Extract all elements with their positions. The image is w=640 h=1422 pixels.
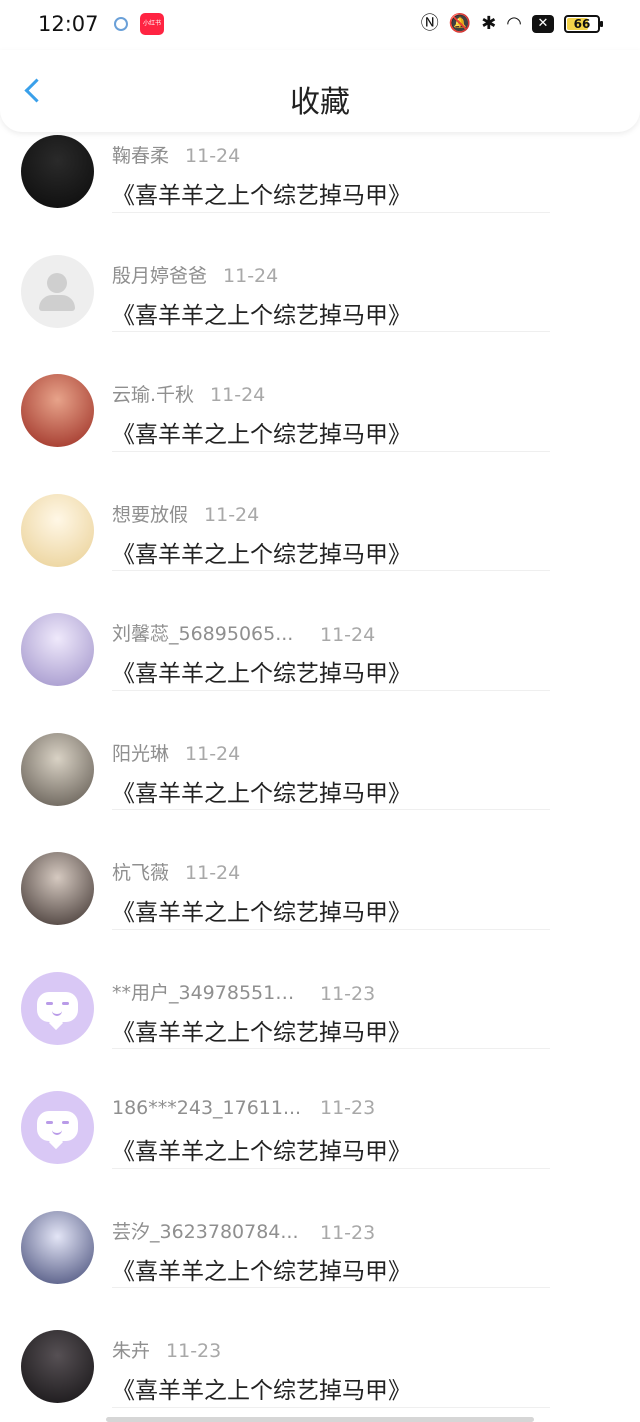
user-name[interactable]: 芸汐_3623780784...	[112, 1217, 302, 1244]
item-date: 11-24	[185, 862, 241, 884]
avatar[interactable]	[21, 1091, 94, 1164]
list-item[interactable]: 殷月婷爸爸 11-24 《喜羊羊之上个综艺掉马甲》	[0, 212, 640, 332]
list-item[interactable]: 云瑜.千秋 11-24 《喜羊羊之上个综艺掉马甲》	[0, 331, 640, 452]
avatar[interactable]	[21, 493, 94, 567]
avatar[interactable]	[21, 1330, 94, 1403]
list-item[interactable]: **用户_349785511... 11-23 《喜羊羊之上个综艺掉马甲》	[0, 929, 640, 1049]
item-meta: 186***243_17611... 11-23	[112, 1097, 375, 1119]
user-name[interactable]: 殷月婷爸爸	[112, 261, 207, 288]
item-title[interactable]: 《喜羊羊之上个综艺掉马甲》	[112, 1132, 411, 1166]
item-meta: **用户_349785511... 11-23	[112, 978, 375, 1005]
avatar[interactable]	[21, 732, 94, 806]
list-item[interactable]: 阳光琳 11-24 《喜羊羊之上个综艺掉马甲》	[0, 690, 640, 810]
favorites-list: 鞠春柔 11-24 《喜羊羊之上个综艺掉马甲》 殷月婷爸爸 11-24 《喜羊羊之上个综艺…	[0, 92, 640, 1408]
user-name[interactable]: 想要放假	[112, 500, 188, 527]
item-date: 11-24	[185, 145, 241, 167]
item-title[interactable]: 《喜羊羊之上个综艺掉马甲》	[112, 535, 411, 569]
item-date: 11-24	[320, 624, 376, 646]
nfc-icon: Ⓝ	[420, 13, 439, 34]
item-title[interactable]: 《喜羊羊之上个综艺掉马甲》	[112, 1013, 411, 1047]
avatar[interactable]	[21, 374, 94, 447]
item-meta: 殷月婷爸爸 11-24	[112, 261, 278, 288]
item-date: 11-24	[204, 503, 260, 526]
list-item[interactable]: 杭飞薇 11-24 《喜羊羊之上个综艺掉马甲》	[0, 809, 640, 930]
status-bar: 12:07 小红书 Ⓝ 🔕 ✱ ◠ ✕ 66	[0, 0, 640, 50]
avatar[interactable]	[21, 613, 94, 686]
item-date: 11-23	[320, 1097, 376, 1119]
item-title[interactable]: 《喜羊羊之上个综艺掉马甲》	[112, 415, 411, 449]
item-title[interactable]: 《喜羊羊之上个综艺掉马甲》	[112, 893, 411, 927]
battery-level: 66	[573, 17, 591, 31]
item-title[interactable]: 《喜羊羊之上个综艺掉马甲》	[112, 296, 411, 330]
list-item[interactable]: 186***243_17611... 11-23 《喜羊羊之上个综艺掉马甲》	[0, 1048, 640, 1169]
item-title[interactable]: 《喜羊羊之上个综艺掉马甲》	[112, 176, 411, 210]
page-title: 收藏	[290, 85, 350, 120]
user-name[interactable]: 186***243_17611...	[112, 1097, 302, 1119]
status-time: 12:07	[38, 12, 99, 36]
battery-icon: 66	[564, 15, 603, 33]
list-item[interactable]: 芸汐_3623780784... 11-23 《喜羊羊之上个综艺掉马甲》	[0, 1168, 640, 1288]
avatar[interactable]	[21, 971, 94, 1045]
item-date: 11-24	[223, 264, 279, 287]
user-name[interactable]: 云瑜.千秋	[112, 380, 194, 407]
item-date: 11-24	[210, 384, 266, 406]
item-meta: 朱卉 11-23	[112, 1336, 221, 1363]
item-meta: 刘馨蕊_56895065... 11-24	[112, 619, 375, 646]
item-title[interactable]: 《喜羊羊之上个综艺掉马甲》	[112, 1371, 411, 1405]
item-date: 11-24	[185, 742, 241, 765]
user-name[interactable]: 鞠春柔	[112, 141, 169, 168]
item-date: 11-23	[320, 982, 376, 1005]
list-item[interactable]: 朱卉 11-23 《喜羊羊之上个综艺掉马甲》	[0, 1287, 640, 1408]
item-date: 11-23	[320, 1221, 376, 1244]
item-meta: 阳光琳 11-24	[112, 739, 240, 766]
item-date: 11-23	[166, 1340, 222, 1362]
sim-off-icon: ✕	[532, 15, 554, 33]
user-name[interactable]: 杭飞薇	[112, 858, 169, 885]
item-meta: 想要放假 11-24	[112, 500, 259, 527]
item-meta: 鞠春柔 11-24	[112, 141, 240, 168]
home-indicator	[106, 1417, 534, 1422]
divider	[112, 1406, 550, 1408]
user-name[interactable]: 刘馨蕊_56895065...	[112, 619, 302, 646]
item-meta: 杭飞薇 11-24	[112, 858, 240, 885]
item-meta: 云瑜.千秋 11-24	[112, 380, 265, 407]
bluetooth-icon: ✱	[481, 13, 497, 34]
user-name[interactable]: 朱卉	[112, 1336, 150, 1363]
item-title[interactable]: 《喜羊羊之上个综艺掉马甲》	[112, 1252, 411, 1286]
avatar[interactable]	[21, 254, 94, 328]
item-title[interactable]: 《喜羊羊之上个综艺掉马甲》	[112, 774, 411, 808]
avatar[interactable]	[21, 852, 94, 925]
user-name[interactable]: 阳光琳	[112, 739, 169, 766]
xiaohongshu-app-icon: 小红书	[140, 13, 164, 35]
app-notification-icon	[114, 17, 128, 31]
user-name[interactable]: **用户_349785511...	[112, 978, 302, 1005]
list-item[interactable]: 想要放假 11-24 《喜羊羊之上个综艺掉马甲》	[0, 451, 640, 571]
item-title[interactable]: 《喜羊羊之上个综艺掉马甲》	[112, 654, 411, 688]
avatar[interactable]	[21, 1210, 94, 1284]
top-bar: 收藏	[0, 50, 640, 132]
wifi-icon: ◠	[506, 13, 522, 34]
avatar[interactable]	[21, 135, 94, 208]
bell-off-icon: 🔕	[448, 13, 472, 34]
item-meta: 芸汐_3623780784... 11-23	[112, 1217, 375, 1244]
list-item[interactable]: 刘馨蕊_56895065... 11-24 《喜羊羊之上个综艺掉马甲》	[0, 570, 640, 691]
